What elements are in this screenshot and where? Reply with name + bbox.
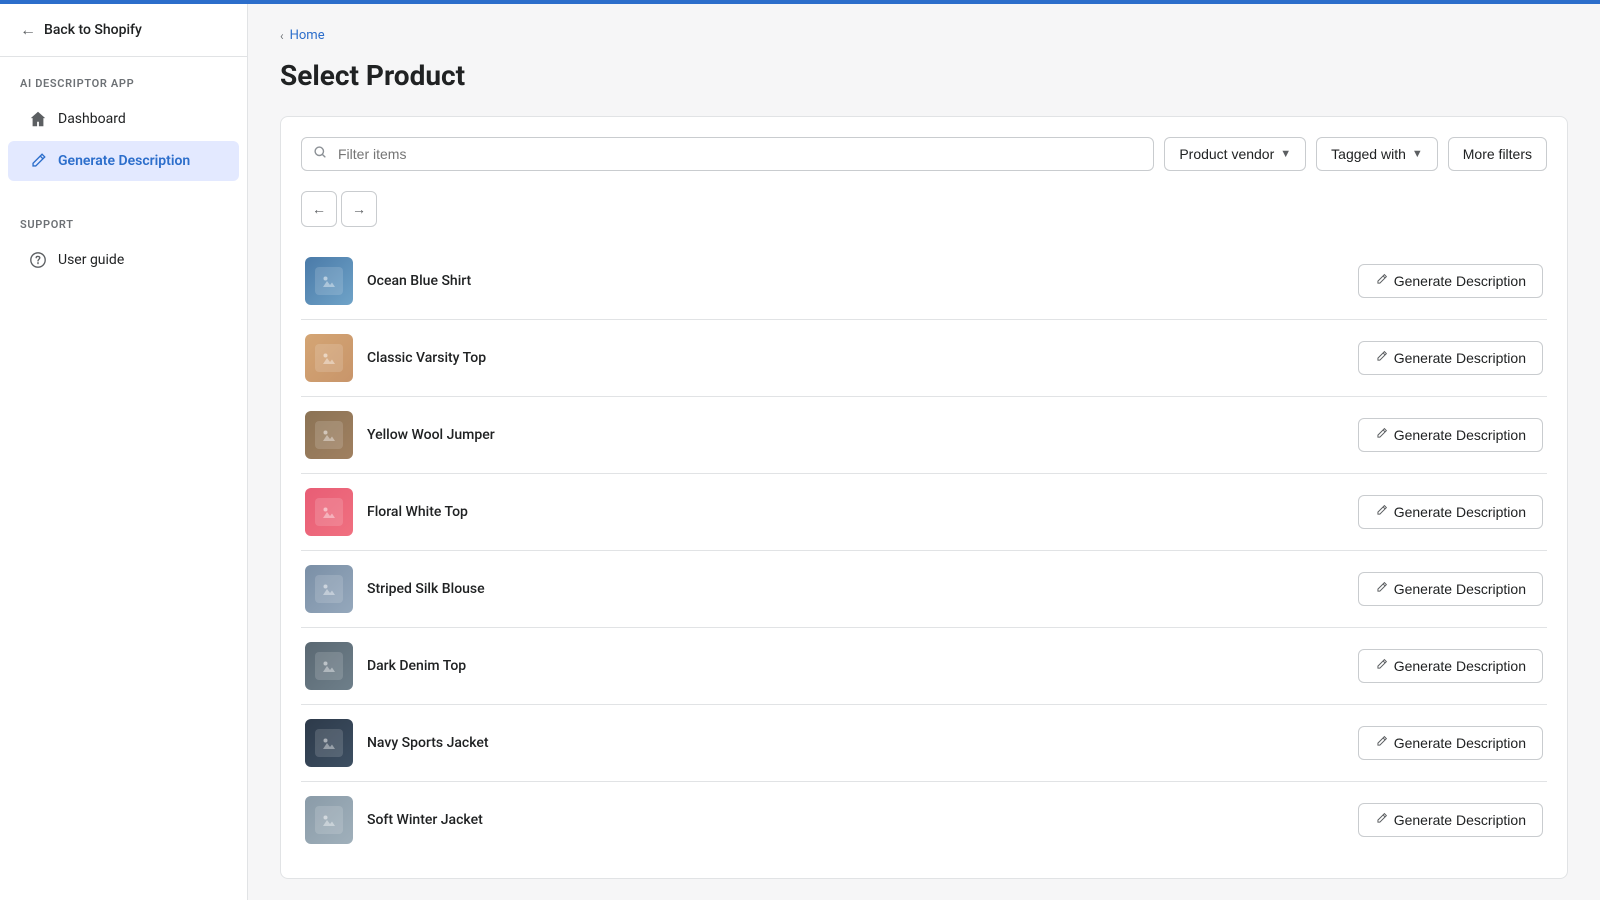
search-wrapper bbox=[301, 137, 1154, 171]
table-row: Dark Denim Top Generate Description bbox=[301, 628, 1547, 705]
tagged-with-label: Tagged with bbox=[1331, 146, 1406, 162]
product-name: Yellow Wool Jumper bbox=[367, 427, 495, 443]
generate-btn-label: Generate Description bbox=[1394, 427, 1526, 443]
pencil-nav-icon bbox=[28, 151, 48, 171]
product-thumbnail bbox=[305, 642, 353, 690]
pencil-btn-icon bbox=[1375, 350, 1388, 366]
tagged-chevron-icon: ▼ bbox=[1412, 148, 1423, 160]
product-name: Dark Denim Top bbox=[367, 658, 466, 674]
table-row: Soft Winter Jacket Generate Description bbox=[301, 782, 1547, 858]
dashboard-label: Dashboard bbox=[58, 111, 126, 127]
breadcrumb-home-link[interactable]: Home bbox=[290, 28, 325, 43]
breadcrumb: ‹ Home bbox=[280, 28, 1568, 43]
product-info: Dark Denim Top bbox=[305, 642, 466, 690]
prev-icon: ← bbox=[312, 201, 326, 217]
product-thumbnail bbox=[305, 488, 353, 536]
pencil-btn-icon bbox=[1375, 812, 1388, 828]
product-card: Product vendor ▼ Tagged with ▼ More filt… bbox=[280, 116, 1568, 879]
user-guide-label: User guide bbox=[58, 252, 124, 268]
table-row: Navy Sports Jacket Generate Description bbox=[301, 705, 1547, 782]
generate-description-button[interactable]: Generate Description bbox=[1358, 803, 1543, 837]
generate-btn-label: Generate Description bbox=[1394, 735, 1526, 751]
generate-description-button[interactable]: Generate Description bbox=[1358, 341, 1543, 375]
product-thumbnail bbox=[305, 719, 353, 767]
product-info: Ocean Blue Shirt bbox=[305, 257, 471, 305]
product-thumbnail bbox=[305, 565, 353, 613]
top-bar bbox=[0, 0, 1600, 4]
tagged-with-filter[interactable]: Tagged with ▼ bbox=[1316, 137, 1438, 171]
breadcrumb-chevron-icon: ‹ bbox=[280, 29, 284, 43]
table-row: Floral White Top Generate Description bbox=[301, 474, 1547, 551]
pencil-btn-icon bbox=[1375, 735, 1388, 751]
support-section-label: SUPPORT bbox=[0, 198, 247, 239]
product-info: Classic Varsity Top bbox=[305, 334, 486, 382]
pencil-btn-icon bbox=[1375, 273, 1388, 289]
generate-btn-label: Generate Description bbox=[1394, 581, 1526, 597]
product-info: Navy Sports Jacket bbox=[305, 719, 489, 767]
pencil-btn-icon bbox=[1375, 658, 1388, 674]
generate-description-button[interactable]: Generate Description bbox=[1358, 264, 1543, 298]
question-icon bbox=[28, 250, 48, 270]
generate-description-button[interactable]: Generate Description bbox=[1358, 418, 1543, 452]
product-name: Soft Winter Jacket bbox=[367, 812, 483, 828]
pagination-controls: ← → bbox=[301, 191, 1547, 227]
generate-description-button[interactable]: Generate Description bbox=[1358, 726, 1543, 760]
product-info: Yellow Wool Jumper bbox=[305, 411, 495, 459]
generate-nav-label: Generate Description bbox=[58, 153, 190, 169]
product-thumbnail bbox=[305, 796, 353, 844]
table-row: Classic Varsity Top Generate Description bbox=[301, 320, 1547, 397]
product-name: Striped Silk Blouse bbox=[367, 581, 485, 597]
search-icon bbox=[313, 145, 327, 163]
product-vendor-filter[interactable]: Product vendor ▼ bbox=[1164, 137, 1306, 171]
generate-description-button[interactable]: Generate Description bbox=[1358, 572, 1543, 606]
next-icon: → bbox=[352, 201, 366, 217]
search-input[interactable] bbox=[301, 137, 1154, 171]
generate-description-button[interactable]: Generate Description bbox=[1358, 649, 1543, 683]
product-name: Classic Varsity Top bbox=[367, 350, 486, 366]
prev-page-button[interactable]: ← bbox=[301, 191, 337, 227]
pencil-btn-icon bbox=[1375, 427, 1388, 443]
vendor-chevron-icon: ▼ bbox=[1280, 148, 1291, 160]
page-title: Select Product bbox=[280, 59, 1568, 92]
next-page-button[interactable]: → bbox=[341, 191, 377, 227]
back-arrow-icon: ← bbox=[20, 20, 36, 40]
more-filters-button[interactable]: More filters bbox=[1448, 137, 1547, 171]
product-info: Soft Winter Jacket bbox=[305, 796, 483, 844]
product-info: Floral White Top bbox=[305, 488, 468, 536]
product-vendor-label: Product vendor bbox=[1179, 146, 1274, 162]
generate-description-button[interactable]: Generate Description bbox=[1358, 495, 1543, 529]
app-section-label: AI DESCRIPTOR APP bbox=[0, 57, 247, 98]
generate-btn-label: Generate Description bbox=[1394, 812, 1526, 828]
back-to-shopify-label: Back to Shopify bbox=[44, 22, 142, 38]
filter-bar: Product vendor ▼ Tagged with ▼ More filt… bbox=[301, 137, 1547, 171]
product-list: Ocean Blue Shirt Generate Description Cl… bbox=[301, 243, 1547, 858]
product-thumbnail bbox=[305, 334, 353, 382]
home-icon bbox=[28, 109, 48, 129]
product-name: Ocean Blue Shirt bbox=[367, 273, 471, 289]
generate-btn-label: Generate Description bbox=[1394, 504, 1526, 520]
product-name: Floral White Top bbox=[367, 504, 468, 520]
table-row: Yellow Wool Jumper Generate Description bbox=[301, 397, 1547, 474]
generate-btn-label: Generate Description bbox=[1394, 658, 1526, 674]
main-content: ‹ Home Select Product Product vendor ▼ T bbox=[248, 4, 1600, 900]
back-to-shopify-button[interactable]: ← Back to Shopify bbox=[0, 4, 247, 57]
generate-btn-label: Generate Description bbox=[1394, 273, 1526, 289]
product-thumbnail bbox=[305, 411, 353, 459]
generate-btn-label: Generate Description bbox=[1394, 350, 1526, 366]
more-filters-label: More filters bbox=[1463, 146, 1532, 162]
sidebar-item-dashboard[interactable]: Dashboard bbox=[8, 99, 239, 139]
product-info: Striped Silk Blouse bbox=[305, 565, 485, 613]
table-row: Ocean Blue Shirt Generate Description bbox=[301, 243, 1547, 320]
sidebar: ← Back to Shopify AI DESCRIPTOR APP Dash… bbox=[0, 4, 248, 900]
pencil-btn-icon bbox=[1375, 504, 1388, 520]
product-name: Navy Sports Jacket bbox=[367, 735, 489, 751]
pencil-btn-icon bbox=[1375, 581, 1388, 597]
product-thumbnail bbox=[305, 257, 353, 305]
sidebar-item-user-guide[interactable]: User guide bbox=[8, 240, 239, 280]
table-row: Striped Silk Blouse Generate Description bbox=[301, 551, 1547, 628]
sidebar-item-generate[interactable]: Generate Description bbox=[8, 141, 239, 181]
